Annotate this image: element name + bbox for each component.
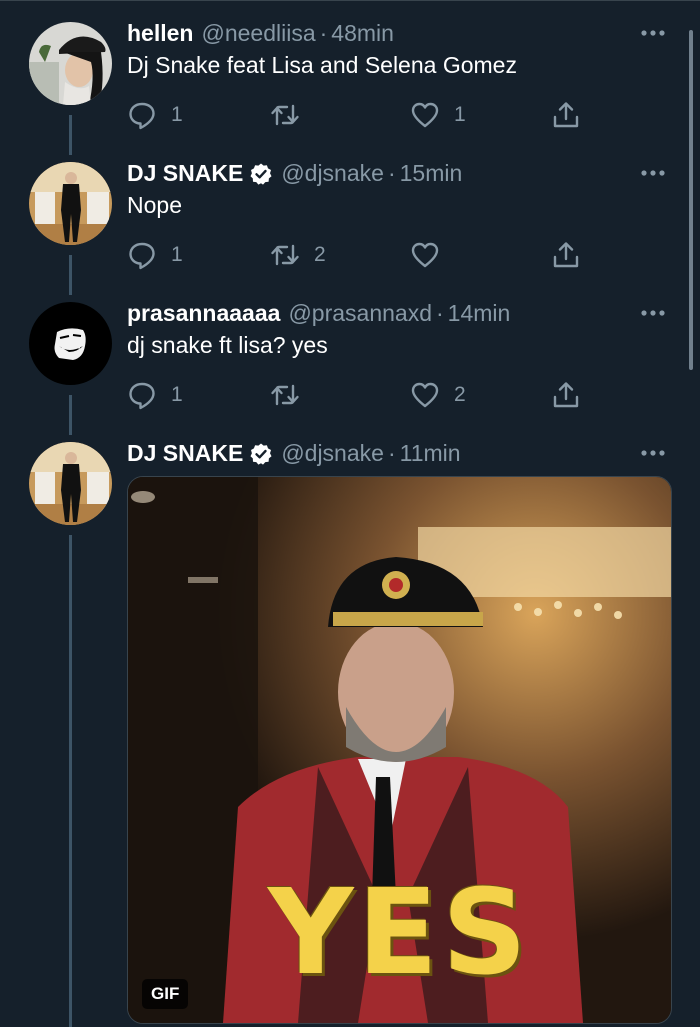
tweet[interactable]: hellen @needliisa · 48min Dj Snake feat … xyxy=(0,20,700,152)
reply-count: 1 xyxy=(171,243,183,266)
reply-count: 1 xyxy=(171,383,183,406)
heart-icon xyxy=(411,242,439,268)
gif-media[interactable]: YES GIF xyxy=(127,476,672,1024)
tweet[interactable]: DJ SNAKE @djsnake · 15min Nope 1 2 xyxy=(0,160,700,292)
timestamp[interactable]: 11min xyxy=(400,440,461,467)
trollface-avatar-icon xyxy=(29,302,112,385)
retweet-icon xyxy=(271,384,299,406)
tweet-header: prasannaaaaa @prasannaxd · 14min xyxy=(127,300,510,327)
reply-icon xyxy=(129,242,155,270)
gif-badge: GIF xyxy=(142,979,189,1009)
top-divider xyxy=(0,0,700,1)
timestamp[interactable]: 48min xyxy=(331,20,394,47)
tweet-text: dj snake ft lisa? yes xyxy=(127,332,328,358)
share-icon xyxy=(553,382,579,408)
heart-icon xyxy=(411,382,439,408)
more-options-icon[interactable] xyxy=(640,448,666,458)
separator: · xyxy=(387,440,396,466)
like-count: 1 xyxy=(454,103,466,126)
like-button[interactable]: 2 xyxy=(410,380,466,410)
separator: · xyxy=(319,20,328,46)
verified-badge-icon xyxy=(250,443,272,465)
avatar[interactable] xyxy=(29,162,112,245)
heart-icon xyxy=(411,102,439,128)
avatar[interactable] xyxy=(29,442,112,525)
share-button[interactable] xyxy=(551,100,581,130)
timestamp[interactable]: 15min xyxy=(400,160,463,187)
man-standing-avatar-icon xyxy=(29,162,112,245)
reply-icon xyxy=(129,102,155,130)
tweet-header: DJ SNAKE @djsnake · 15min xyxy=(127,160,462,187)
retweet-button[interactable] xyxy=(270,100,314,130)
avatar[interactable] xyxy=(29,22,112,105)
like-button[interactable] xyxy=(410,240,454,270)
retweet-button[interactable] xyxy=(270,380,314,410)
verified-badge-icon xyxy=(250,163,272,185)
retweet-icon xyxy=(271,244,299,266)
timestamp[interactable]: 14min xyxy=(448,300,511,327)
display-name[interactable]: DJ SNAKE xyxy=(127,440,243,467)
retweet-count: 2 xyxy=(314,243,326,266)
more-options-icon[interactable] xyxy=(640,28,666,38)
share-icon xyxy=(553,242,579,268)
like-button[interactable]: 1 xyxy=(410,100,466,130)
user-handle[interactable]: @djsnake xyxy=(281,440,384,467)
more-options-icon[interactable] xyxy=(640,308,666,318)
user-handle[interactable]: @needliisa xyxy=(201,20,315,47)
tweet-header: DJ SNAKE @djsnake · 11min xyxy=(127,440,461,467)
user-handle[interactable]: @djsnake xyxy=(281,160,384,187)
retweet-button[interactable]: 2 xyxy=(270,240,326,270)
tweet-text: Dj Snake feat Lisa and Selena Gomez xyxy=(127,52,517,78)
share-icon xyxy=(553,102,579,128)
reply-button[interactable]: 1 xyxy=(127,380,183,410)
retweet-icon xyxy=(271,104,299,126)
reply-button[interactable]: 1 xyxy=(127,100,183,130)
tweet[interactable]: prasannaaaaa @prasannaxd · 14min dj snak… xyxy=(0,300,700,432)
reply-icon xyxy=(129,382,155,410)
tweet-actions: 1 1 xyxy=(127,100,587,132)
tweet-actions: 1 2 xyxy=(127,240,587,272)
share-button[interactable] xyxy=(551,380,581,410)
display-name[interactable]: hellen xyxy=(127,20,193,47)
display-name[interactable]: prasannaaaaa xyxy=(127,300,280,327)
reply-button[interactable]: 1 xyxy=(127,240,183,270)
woman-in-cap-avatar-icon xyxy=(29,22,112,105)
like-count: 2 xyxy=(454,383,466,406)
more-options-icon[interactable] xyxy=(640,168,666,178)
separator: · xyxy=(436,300,444,326)
tweet-text: Nope xyxy=(127,192,182,218)
gif-caption: YES xyxy=(267,863,532,1001)
man-standing-avatar-icon xyxy=(29,442,112,525)
tweet-actions: 1 2 xyxy=(127,380,587,412)
avatar[interactable] xyxy=(29,302,112,385)
separator: · xyxy=(387,160,396,186)
reply-count: 1 xyxy=(171,103,183,126)
display-name[interactable]: DJ SNAKE xyxy=(127,160,243,187)
tweet-header: hellen @needliisa · 48min xyxy=(127,20,394,47)
user-handle[interactable]: @prasannaxd xyxy=(288,300,432,327)
share-button[interactable] xyxy=(551,240,581,270)
